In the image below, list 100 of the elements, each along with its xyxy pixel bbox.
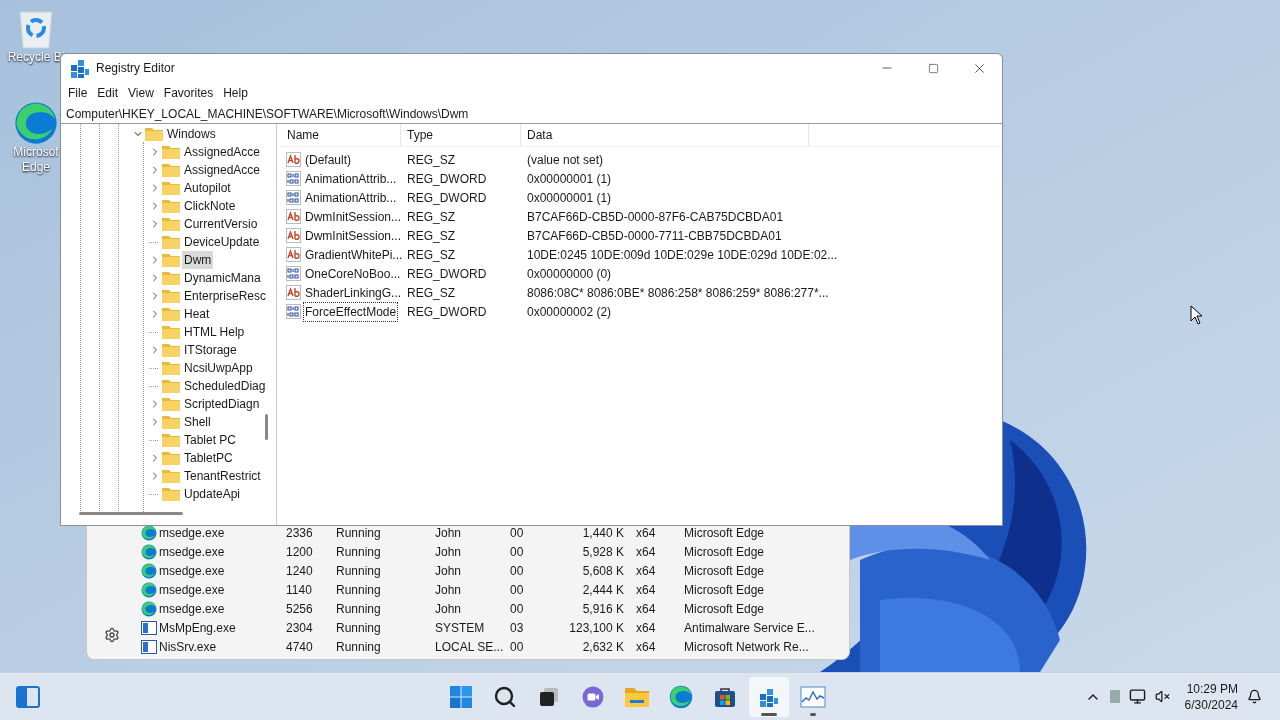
clock-time[interactable]: 10:29 PM [1186,680,1238,697]
taskbar-app-button[interactable] [749,677,789,717]
architecture-cell-text: x64 [635,600,657,618]
widgets-icon[interactable] [16,685,40,708]
clock-date[interactable]: 6/30/2024 [1184,696,1238,713]
notification-icon[interactable] [1247,689,1262,704]
desktop-icon-label: Edge [22,160,50,175]
value-name[interactable]: GradientWhitePi... [303,244,405,265]
description-cell-text: Microsoft Edge [684,600,766,618]
tray-app-icon[interactable] [1109,690,1120,703]
tree-item[interactable]: AssignedAcce [182,161,263,179]
tree-item[interactable]: Dwm [182,251,214,269]
tree-item[interactable]: EnterpriseResc [182,287,269,305]
app-window-icon [141,620,157,635]
pid-cell-text: 2336 [286,524,314,542]
folder-icon [162,379,180,393]
value-name[interactable]: ShaderLinkingG... [303,282,404,303]
value-name[interactable]: ForceEffectMode [303,301,399,322]
menu-item[interactable]: Help [218,84,253,102]
search-icon [493,685,517,709]
folder-icon [162,433,180,447]
cpu-cell-text: 03 [510,619,525,637]
tree-item[interactable]: ITStorage [182,341,239,359]
recycle-bin-icon[interactable] [16,8,56,50]
edge-icon [141,524,157,541]
column-header[interactable]: Name [281,124,401,146]
column-header[interactable]: Type [401,124,521,146]
window-title: Registry Editor [96,60,175,77]
value-type: REG_SZ [406,208,456,226]
tree-item[interactable]: UpdateApi [182,485,243,503]
tree-item[interactable]: Windows [166,125,217,143]
string-value-icon [286,228,301,243]
tree-item[interactable]: Shell [182,413,213,431]
binary-value-icon [286,266,301,281]
folder-icon [162,343,180,357]
tree-item[interactable]: ClickNote [182,197,238,215]
folder-icon [162,163,180,177]
status-cell-text: Running [336,543,382,561]
settings-icon[interactable] [104,627,120,643]
architecture-cell-text: x64 [635,562,657,580]
architecture-cell-text: x64 [635,619,657,637]
column-header[interactable]: Data [521,124,809,146]
tree-item[interactable]: AssignedAcce [182,143,263,161]
architecture-cell-text: x64 [635,524,657,542]
user-cell-text: John [435,543,463,561]
scrollbar-thumb[interactable] [265,414,268,440]
tree-item[interactable]: NcsiUwpApp [182,359,255,377]
tree-item[interactable]: ScriptedDiagn [182,395,262,413]
menu-item[interactable]: Favorites [158,84,219,102]
string-value-icon [286,247,301,262]
value-name[interactable]: (Default) [303,149,353,170]
store-bag-icon [713,685,737,709]
edge-icon [141,581,157,598]
folder-icon [162,397,180,411]
value-name[interactable]: AnimationAttrib... [303,187,399,208]
value-name[interactable]: DwmInitSession... [303,206,404,227]
value-data: 0x00000000 (0) [526,265,613,283]
tree-item[interactable]: Tablet PC [182,431,239,449]
volume-muted-icon[interactable] [1154,689,1170,704]
folder-icon [162,415,180,429]
process-name: msedge.exe [158,524,226,542]
binary-value-icon [286,171,301,186]
status-cell-text: Running [336,524,382,542]
tree-item[interactable]: DeviceUpdate [182,233,262,251]
tree-item[interactable]: HTML Help [182,323,247,341]
process-name: msedge.exe [158,581,226,599]
process-name: msedge.exe [158,543,226,561]
cpu-cell-text: 00 [510,600,525,618]
value-name[interactable]: DwmInitSession... [303,225,404,246]
value-name[interactable]: AnimationAttrib... [303,168,399,189]
value-type: REG_SZ [406,284,456,302]
folder-icon [162,361,180,375]
tree-item[interactable]: CurrentVersio [182,215,260,233]
tree-item[interactable]: TenantRestrict [182,467,263,485]
memory-cell-text: 2,632 K [581,638,624,656]
value-type: REG_DWORD [406,189,488,207]
process-name: MsMpEng.exe [158,619,237,637]
memory-cell-text: 123,100 K [568,619,624,637]
menu-item[interactable]: View [123,84,159,102]
tree-item[interactable]: Heat [182,305,212,323]
value-name[interactable]: OneCoreNoBoo... [303,263,403,284]
tree-item[interactable]: ScheduledDiag [182,377,268,395]
scrollbar-thumb[interactable] [79,512,183,515]
memory-cell-text: 2,444 K [581,581,624,599]
desktop-icon-label: Microsof [13,145,59,160]
network-icon[interactable] [1128,688,1146,705]
tree-item[interactable]: Autopilot [182,179,233,197]
tree-item[interactable]: TabletPC [182,449,235,467]
tree-item[interactable]: DynamicMana [182,269,263,287]
value-type: REG_DWORD [406,170,488,188]
value-type: REG_SZ [406,151,456,169]
memory-cell-text: 5,608 K [581,562,624,580]
menu-item[interactable]: File [63,84,93,102]
binary-value-icon [286,190,301,205]
folder-icon [162,307,180,321]
edge-icon [141,543,157,560]
menu-item[interactable]: Edit [92,84,124,102]
description-cell-text: Microsoft Network Re... [684,638,810,656]
pid-cell-text: 4740 [286,638,314,656]
value-type: REG_SZ [406,227,456,245]
